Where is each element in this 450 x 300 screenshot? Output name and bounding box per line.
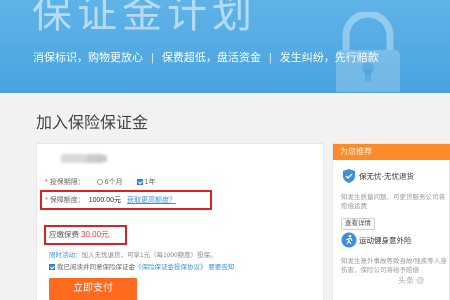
- hero-banner: 保证金计划 消保标识，购物更放心 | 保费超低，盘活资金 | 发生纠纷，先行赔款: [0, 0, 450, 93]
- sidebar-header: 为您推荐: [333, 144, 450, 160]
- hero-subtitle-1: 消保标识，购物更放心: [33, 52, 143, 64]
- runner-icon: [341, 232, 357, 248]
- period-row: * 投保期限： 6个月 1年: [45, 178, 156, 187]
- hero-separator: |: [151, 52, 154, 64]
- blurred-shop-name: [87, 155, 107, 162]
- agreement-row: 我已阅读并同意保险保证金《保险保证金投保协议》 要要告知: [49, 263, 234, 272]
- amount-row: * 保障额度： 1000.00元 获取更高额度？: [45, 196, 176, 205]
- view-details-button[interactable]: 查看详情: [341, 218, 375, 230]
- insurance-form-card: * 投保期限： 6个月 1年 * 保障额度： 1000.00元 获取更高额度？ 应缴保费 30…: [36, 143, 324, 300]
- agreement-link[interactable]: 《保险保证金投保协议》: [135, 264, 207, 271]
- period-label: 投保期限：: [49, 179, 85, 186]
- hero-separator: |: [268, 52, 272, 64]
- recommend-title[interactable]: 保无忧-无忧退货: [359, 172, 414, 182]
- recommend-desc: 知发生意外事故等致身故/残疾等人身伤害，保险公司将给予赔偿: [341, 258, 447, 274]
- period-radio-6m[interactable]: [96, 179, 103, 186]
- hero-subtitle-2: 保费超低，盘活资金: [161, 52, 261, 64]
- required-mark: *: [45, 179, 48, 186]
- agree-prefix: 我已阅读并同意保险保证金: [57, 264, 135, 271]
- fee-value: 30.00元: [81, 230, 110, 239]
- promo-text: ：加入无忧退货，可享1元（每1000额度）投保。: [75, 252, 217, 259]
- recommend-title[interactable]: 运动健身意外险: [359, 236, 412, 246]
- hero-title: 保证金计划: [32, 0, 257, 37]
- pay-now-button[interactable]: 立即支付: [49, 278, 137, 300]
- agree-checkbox[interactable]: [49, 264, 55, 271]
- shield-check-icon: [343, 169, 355, 183]
- fee-label: 应缴保费: [49, 230, 79, 239]
- watermark: 头条 @: [398, 276, 425, 285]
- promo-label[interactable]: 限时活动: [49, 252, 75, 259]
- page-title: 加入保险保证金: [36, 115, 149, 132]
- amount-value: 1000.00元: [88, 197, 122, 204]
- period-radio-1y[interactable]: [136, 179, 143, 186]
- hero-subtitle-3: 发生纠纷，先行赔款: [279, 52, 379, 64]
- period-option-1y[interactable]: 1年: [145, 179, 156, 186]
- promo-row: 限时活动：加入无忧退货，可享1元（每1000额度）投保。: [49, 251, 217, 260]
- higher-amount-link[interactable]: 获取更高额度？: [127, 197, 176, 204]
- hero-subtitle: 消保标识，购物更放心 | 保费超低，盘活资金 | 发生纠纷，先行赔款: [33, 51, 379, 65]
- required-mark: *: [45, 197, 48, 204]
- recommend-sidebar: 为您推荐 保无忧-无忧退货 知发生质量问题、可更货服务公司将赔偿运费 查看详情 …: [332, 143, 450, 300]
- recommend-desc: 知发生质量问题、可更货服务公司将赔偿运费: [341, 194, 445, 210]
- fee-row: 应缴保费 30.00元: [49, 230, 109, 240]
- amount-label: 保障额度：: [49, 197, 85, 204]
- notice-link[interactable]: 要要告知: [208, 264, 234, 271]
- period-option-6m[interactable]: 6个月: [105, 179, 123, 186]
